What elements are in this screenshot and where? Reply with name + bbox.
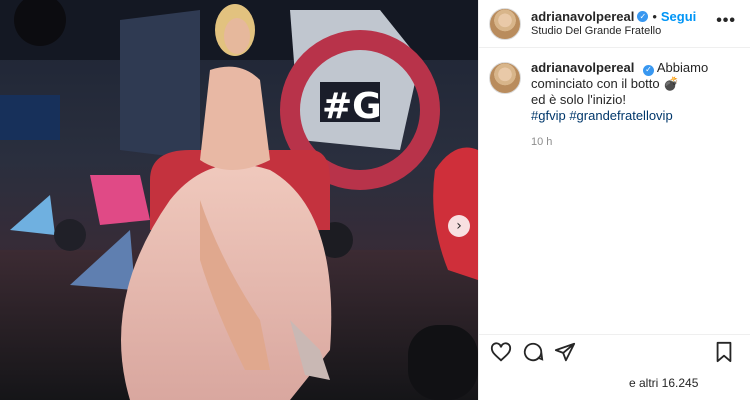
post-image[interactable]: #G › [0, 0, 478, 400]
comment-button[interactable] [522, 341, 544, 368]
paper-plane-icon [554, 342, 576, 362]
studio-sign: #G [322, 86, 382, 127]
likes-count[interactable]: e altri 16.245 [629, 376, 698, 390]
heart-icon [490, 342, 512, 362]
save-button[interactable] [714, 341, 734, 368]
verified-badge-icon: ✓ [642, 64, 654, 76]
caption-username[interactable]: adrianavolpereal [531, 60, 634, 75]
like-button[interactable] [490, 341, 512, 368]
chevron-right-icon: › [456, 218, 462, 234]
post-header: adrianavolpereal ✓ • Segui Studio Del Gr… [479, 0, 750, 48]
follow-button[interactable]: Segui [661, 9, 696, 25]
location-link[interactable]: Studio Del Grande Fratello [531, 25, 696, 39]
separator: • [652, 8, 657, 24]
studio-scene: #G [0, 0, 478, 400]
share-button[interactable] [554, 341, 576, 368]
bookmark-icon [716, 341, 732, 363]
comment-icon [523, 342, 544, 362]
more-options-icon[interactable]: ••• [716, 12, 736, 30]
avatar[interactable] [489, 7, 521, 40]
next-image-button[interactable]: › [448, 215, 470, 237]
action-bar [478, 334, 750, 370]
verified-badge-icon: ✓ [637, 11, 649, 23]
hashtag-link[interactable]: #grandefratellovip [569, 108, 672, 123]
hashtag-link[interactable]: #gfvip [531, 108, 566, 123]
username-link[interactable]: adrianavolpereal [531, 9, 634, 25]
caption-avatar[interactable] [489, 62, 521, 94]
caption-text-line2: ed è solo l'inizio! [531, 92, 626, 107]
post-time: 10 h [531, 136, 553, 148]
post-caption: adrianavolpereal ✓ Abbiamo cominciato co… [479, 48, 750, 162]
